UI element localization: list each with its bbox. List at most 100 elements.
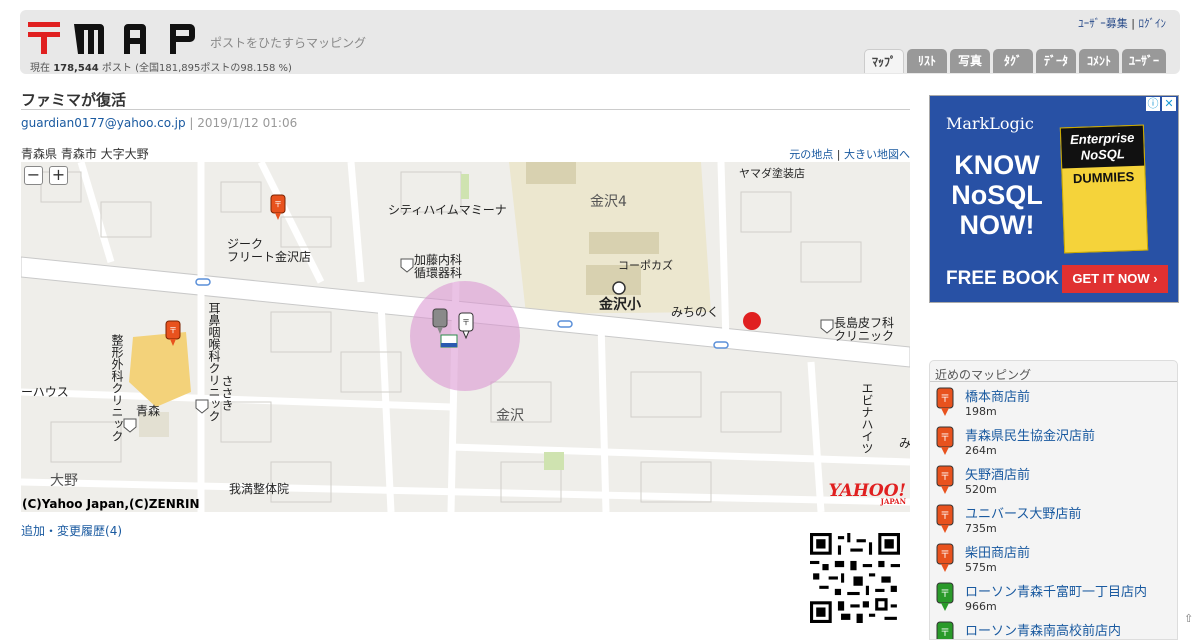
title-divider — [21, 109, 910, 110]
post-actions: 追加・変更履歴(4) — [21, 522, 122, 539]
nearby-name[interactable]: 柴田商店前 — [965, 542, 1030, 561]
map-label-l20: 我満整体院 — [229, 481, 289, 496]
ad-controls: ⓘ ✕ — [1146, 97, 1176, 111]
tmap-logo[interactable] — [28, 22, 198, 56]
tab-photo[interactable]: 写真 — [949, 49, 990, 73]
tab-list[interactable]: ﾘｽﾄ — [906, 49, 947, 73]
map-label-l10: みちのく — [671, 305, 719, 319]
post-pin-icon: 〒 — [936, 387, 954, 416]
map-label-l9: 金沢小 — [598, 296, 641, 313]
svg-text:〒: 〒 — [462, 318, 470, 327]
nearby-name[interactable]: ユニバース大野店前 — [965, 503, 1081, 522]
ad-cta-button[interactable]: GET IT NOW › — [1062, 265, 1168, 293]
list-item[interactable]: 〒 ユニバース大野店前 735m — [936, 502, 1176, 541]
nearby-name[interactable]: 矢野酒店前 — [965, 464, 1030, 483]
bigmap-link[interactable]: 大きい地図へ — [844, 148, 910, 161]
nearby-distance: 966m — [965, 600, 997, 613]
advertisement[interactable]: ⓘ ✕ MarkLogic KNOW NoSQL NOW! Enterprise… — [929, 95, 1179, 303]
stats-suffix: ポスト (全国181,895ポストの98.158 %) — [101, 63, 292, 74]
post-pin-icon: 〒 — [936, 426, 954, 455]
action-separator: ・ — [45, 524, 58, 538]
origin-link[interactable]: 元の地点 — [789, 148, 833, 161]
post-address: 青森県 青森市 大字大野 — [21, 147, 149, 161]
map-label-l18: 金沢 — [496, 408, 524, 424]
svg-text:〒: 〒 — [940, 472, 950, 483]
add-link[interactable]: 追加 — [21, 524, 45, 538]
nearby-distance: 198m — [965, 405, 997, 418]
post-pin-icon: 〒 — [936, 504, 954, 533]
post-title: ファミマが復活 — [21, 91, 127, 109]
login-link[interactable]: ﾛｸﾞｲﾝ — [1139, 17, 1167, 30]
green-patch — [544, 452, 564, 470]
map-label-l12: クリニック — [834, 329, 894, 343]
post-pin-icon: 〒 — [936, 543, 954, 572]
map-label-l22: み — [899, 436, 910, 450]
tab-comment[interactable]: ｺﾒﾝﾄ — [1078, 49, 1119, 73]
map-links: 元の地点 | 大きい地図へ — [789, 146, 910, 162]
map-label-l3: フリート金沢店 — [227, 249, 311, 264]
restaurant-icon — [743, 312, 761, 330]
map-label-l14: 耳鼻咽喉科クリニック — [207, 302, 221, 422]
svg-text:〒: 〒 — [940, 394, 950, 405]
tab-data[interactable]: ﾃﾞｰﾀ — [1035, 49, 1076, 73]
history-link[interactable]: 変更履歴(4) — [57, 524, 122, 538]
svg-text:〒: 〒 — [940, 550, 950, 561]
site-header: ポストをひたすらマッピング 現在 178,544 ポスト (全国181,895ポ… — [20, 10, 1180, 74]
nearby-name[interactable]: 青森県民生協金沢店前 — [965, 425, 1095, 444]
post-pin-icon: 〒 — [936, 621, 954, 639]
site-tagline: ポストをひたすらマッピング — [210, 36, 367, 50]
post-pin-icon: 〒 — [936, 465, 954, 494]
map-label-l8: コーポカズ — [618, 258, 673, 272]
user-links: ﾕｰｻﾞｰ募集 | ﾛｸﾞｲﾝ — [1078, 15, 1166, 31]
map-label-l5: 循環器科 — [414, 266, 462, 280]
map-label-l16: 青森 — [136, 403, 160, 418]
svg-text:〒: 〒 — [169, 326, 177, 335]
svg-text:〒: 〒 — [940, 511, 950, 522]
list-item[interactable]: 〒 青森県民生協金沢店前 264m — [936, 424, 1176, 463]
park-patch — [461, 174, 469, 199]
ad-book-title: Enterprise NoSQL — [1060, 125, 1145, 169]
nearby-distance: 520m — [965, 483, 997, 496]
stats-prefix: 現在 — [30, 63, 50, 74]
map-label-l4: 加藤内科 — [414, 253, 462, 267]
nearby-mappings: 近めのマッピング 〒橋本商店前 198m 〒青森県民生協金沢店前 264m 〒矢野酒店前… — [929, 360, 1178, 640]
list-item[interactable]: 〒 橋本商店前 198m — [936, 385, 1176, 424]
zoom-out-button[interactable]: − — [24, 166, 43, 185]
nearby-distance: 735m — [965, 522, 997, 535]
map-label-l13: 整形外科クリニック — [110, 333, 124, 442]
list-item[interactable]: 〒 矢野酒店前 520m — [936, 463, 1176, 502]
map-label-l17: ーハウス — [21, 385, 69, 399]
map-canvas[interactable]: 〒 〒 〒 シティハイムマミーナ ジーク フリート金沢店 加藤内科 循環器科 金… — [21, 162, 910, 512]
zoom-in-button[interactable]: + — [49, 166, 68, 185]
ad-free-book: FREE BOOK — [946, 268, 1059, 289]
scroll-top-icon[interactable]: ⇧ — [1184, 612, 1193, 625]
map-label-l15: ささき — [220, 375, 234, 411]
convenience-store-stripe — [441, 343, 457, 347]
svg-text:〒: 〒 — [274, 200, 282, 209]
ad-close-icon[interactable]: ✕ — [1162, 97, 1176, 111]
tab-map[interactable]: ﾏｯﾌﾟ — [863, 49, 904, 73]
tab-user[interactable]: ﾕｰｻﾞｰ — [1121, 49, 1166, 73]
list-item[interactable]: 〒 ローソン青森千富町一丁目店内 966m — [936, 580, 1176, 619]
svg-text:〒: 〒 — [940, 433, 950, 444]
post-pin-icon: 〒 — [936, 582, 954, 611]
qr-code — [810, 533, 900, 623]
map-label-l6: 金沢4 — [590, 194, 627, 210]
map-view[interactable]: 〒 〒 〒 シティハイムマミーナ ジーク フリート金沢店 加藤内科 循環器科 金… — [21, 162, 910, 512]
yahoo-logo[interactable]: YAHOO! JAPAN — [829, 481, 906, 506]
map-copyright: (C)Yahoo Japan,(C)ZENRIN — [22, 497, 200, 511]
nearby-distance: 575m — [965, 561, 997, 574]
ad-book-sub: DUMMIES — [1072, 168, 1135, 187]
user-recruit-link[interactable]: ﾕｰｻﾞｰ募集 — [1078, 17, 1128, 30]
author-link[interactable]: guardian0177@yahoo.co.jp — [21, 116, 186, 130]
ad-info-icon[interactable]: ⓘ — [1146, 97, 1160, 111]
svg-text:〒: 〒 — [940, 589, 950, 600]
ad-headline: KNOW NoSQL NOW! — [951, 150, 1043, 240]
nearby-name[interactable]: 橋本商店前 — [965, 386, 1030, 405]
map-label-l1: シティハイムマミーナ — [388, 203, 507, 217]
maplink-separator: | — [836, 148, 844, 161]
tab-tag[interactable]: ﾀｸﾞ — [992, 49, 1033, 73]
ad-book-image: Enterprise NoSQL DUMMIES — [1059, 124, 1149, 254]
list-item[interactable]: 〒 柴田商店前 575m — [936, 541, 1176, 580]
nearby-name[interactable]: ローソン青森千富町一丁目店内 — [965, 581, 1147, 600]
